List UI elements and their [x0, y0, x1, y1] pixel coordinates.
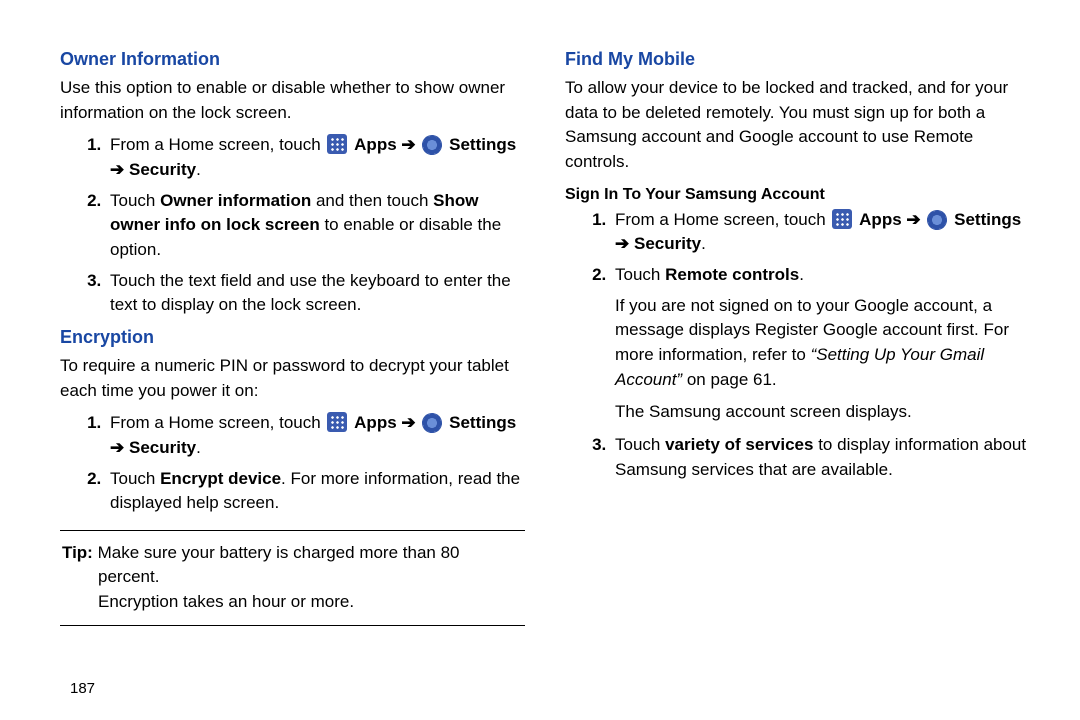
settings-icon [422, 135, 442, 155]
signin-step-2: Touch Remote controls. If you are not si… [611, 263, 1030, 425]
apps-icon [832, 209, 852, 229]
encryption-step-2: Touch Encrypt device. For more informati… [106, 467, 525, 516]
heading-find-my-mobile: Find My Mobile [565, 46, 1030, 72]
tip-line-1: Make sure your battery is charged more t… [93, 543, 460, 587]
heading-encryption: Encryption [60, 324, 525, 350]
settings-icon [927, 210, 947, 230]
owner-step-1: From a Home screen, touch Apps ➔ Setting… [106, 133, 525, 182]
apps-icon [327, 412, 347, 432]
heading-owner-information: Owner Information [60, 46, 525, 72]
owner-step-3: Touch the text field and use the keyboar… [106, 269, 525, 318]
right-column: Find My Mobile To allow your device to b… [565, 40, 1030, 640]
signin-steps: From a Home screen, touch Apps ➔ Setting… [565, 208, 1030, 482]
apps-icon [327, 134, 347, 154]
settings-icon [422, 413, 442, 433]
find-intro: To allow your device to be locked and tr… [565, 76, 1030, 175]
encryption-steps: From a Home screen, touch Apps ➔ Setting… [60, 411, 525, 516]
page-number: 187 [70, 680, 95, 697]
tip-label: Tip: [62, 543, 93, 562]
owner-steps: From a Home screen, touch Apps ➔ Setting… [60, 133, 525, 317]
signin-post-2c: The Samsung account screen displays. [615, 400, 1030, 425]
encryption-intro: To require a numeric PIN or password to … [60, 354, 525, 403]
tip-box: Tip: Make sure your battery is charged m… [60, 530, 525, 626]
signin-step-3: Touch variety of services to display inf… [611, 433, 1030, 482]
owner-step-2: Touch Owner information and then touch S… [106, 189, 525, 263]
signin-post-2a: If you are not signed on to your Google … [615, 294, 1030, 393]
tip-line-2: Encryption takes an hour or more. [62, 590, 523, 615]
left-column: Owner Information Use this option to ena… [60, 40, 525, 640]
heading-sign-in-samsung: Sign In To Your Samsung Account [565, 183, 1030, 206]
signin-step-1: From a Home screen, touch Apps ➔ Setting… [611, 208, 1030, 257]
page-body: Owner Information Use this option to ena… [0, 0, 1080, 640]
encryption-step-1: From a Home screen, touch Apps ➔ Setting… [106, 411, 525, 460]
owner-intro: Use this option to enable or disable whe… [60, 76, 525, 125]
